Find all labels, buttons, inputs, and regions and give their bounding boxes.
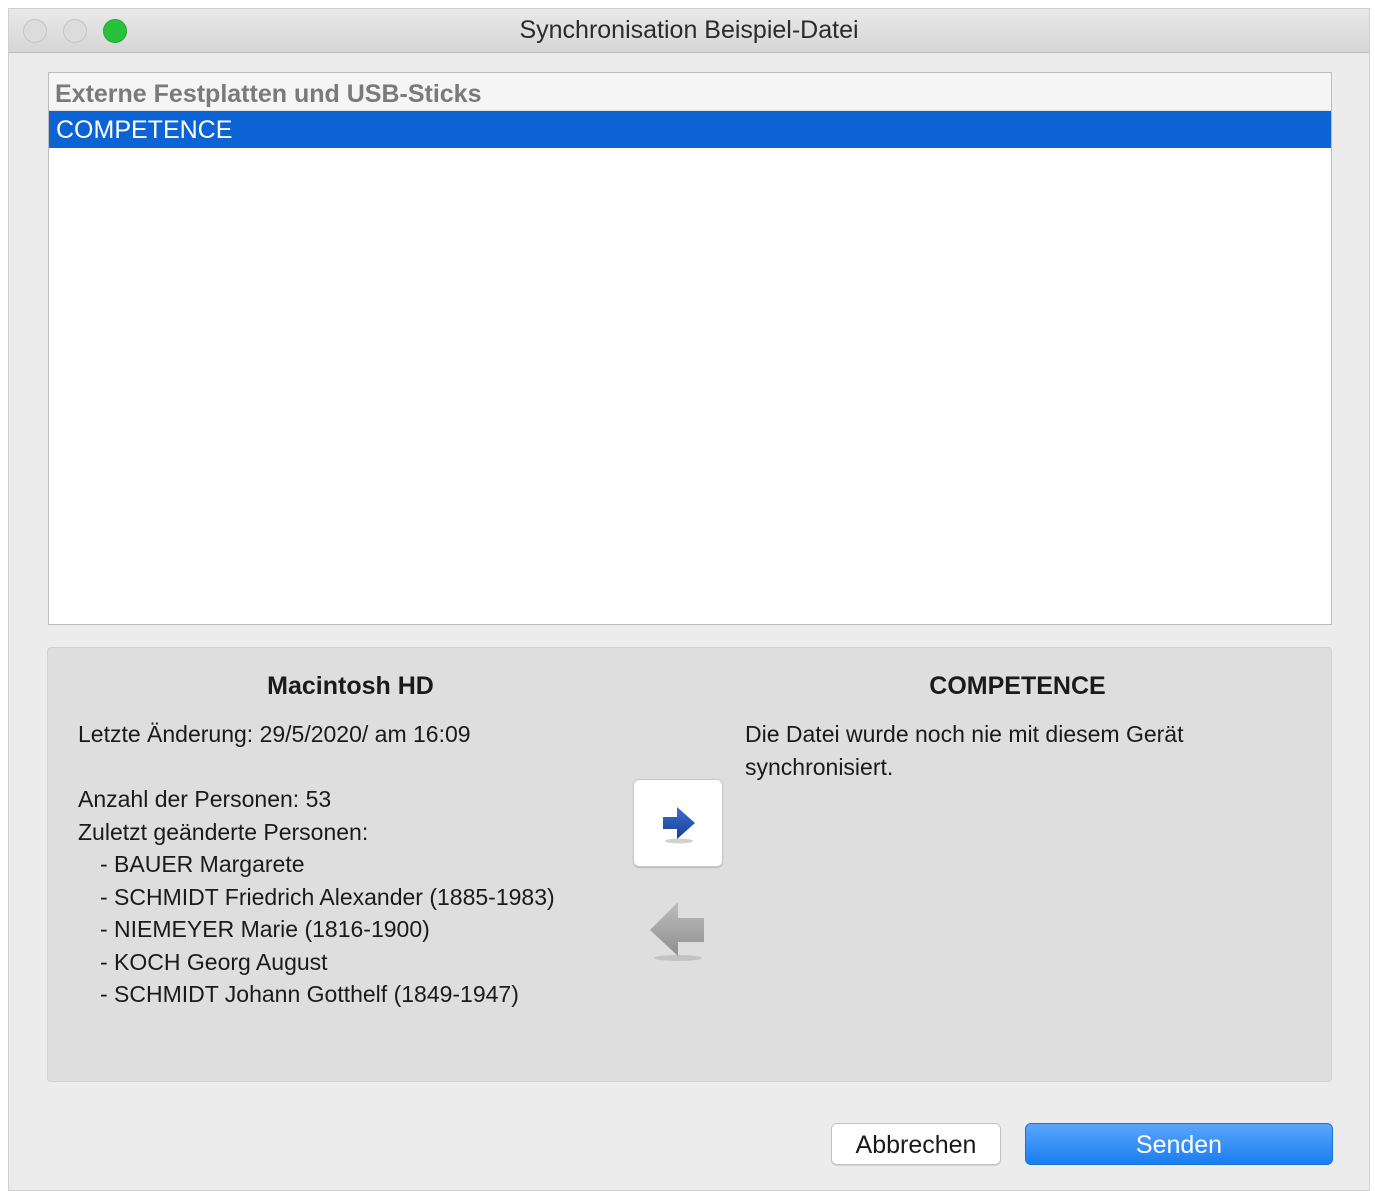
recent-person-item: - NIEMEYER Marie (1816-1900) bbox=[100, 916, 430, 942]
send-button[interactable]: Senden bbox=[1025, 1123, 1333, 1165]
person-count-text: Anzahl der Personen: 53 bbox=[78, 786, 332, 812]
last-change-text: Letzte Änderung: 29/5/2020/ am 16:09 bbox=[78, 721, 471, 747]
arrow-right-icon bbox=[663, 807, 695, 844]
device-list-item-competence[interactable]: COMPETENCE bbox=[49, 111, 1331, 148]
sync-info-panel: Macintosh HD Letzte Änderung: 29/5/2020/… bbox=[47, 647, 1332, 1082]
device-list-header: Externe Festplatten und USB-Sticks bbox=[49, 73, 1331, 111]
recent-persons-label: Zuletzt geänderte Personen: bbox=[78, 818, 369, 845]
cancel-button[interactable]: Abbrechen bbox=[831, 1123, 1001, 1165]
recent-person-item: - KOCH Georg August bbox=[100, 948, 328, 975]
recent-person-item: - BAUER Margarete bbox=[100, 851, 305, 877]
sync-dialog-window: Synchronisation Beispiel-Datei Externe F… bbox=[8, 8, 1370, 1191]
recent-person-item: - SCHMIDT Johann Gotthelf (1849-1947) bbox=[100, 981, 519, 1007]
target-column: COMPETENCE Die Datei wurde noch nie mit … bbox=[745, 670, 1305, 783]
recent-person-item: - SCHMIDT Friedrich Alexander (1885-1983… bbox=[100, 883, 555, 910]
arrow-left-icon bbox=[650, 902, 704, 961]
title-bar: Synchronisation Beispiel-Datei bbox=[9, 9, 1369, 53]
target-sync-message: Die Datei wurde noch nie mit diesem Gerä… bbox=[745, 721, 1184, 780]
source-title: Macintosh HD bbox=[267, 672, 434, 700]
device-list[interactable]: Externe Festplatten und USB-Sticks COMPE… bbox=[48, 72, 1332, 625]
sync-to-device-button[interactable] bbox=[633, 779, 723, 867]
target-title: COMPETENCE bbox=[929, 672, 1106, 700]
source-column: Macintosh HD Letzte Änderung: 29/5/2020/… bbox=[78, 670, 638, 1011]
window-title: Synchronisation Beispiel-Datei bbox=[519, 16, 859, 44]
